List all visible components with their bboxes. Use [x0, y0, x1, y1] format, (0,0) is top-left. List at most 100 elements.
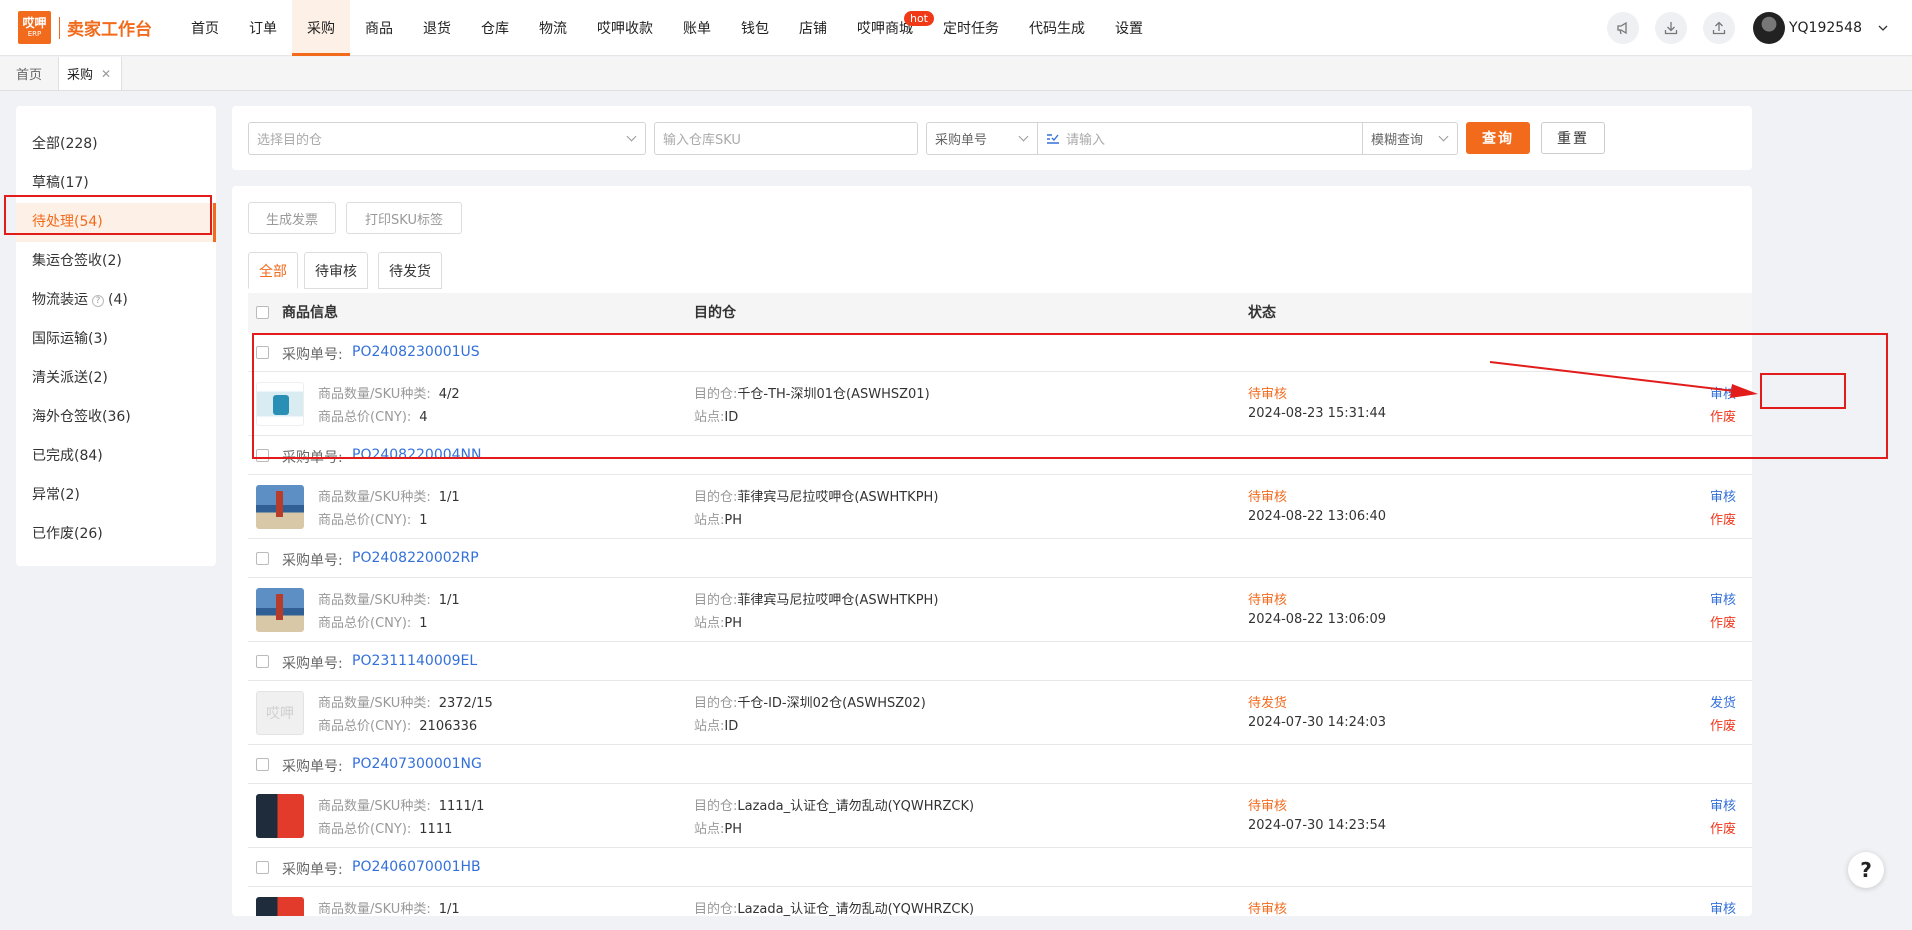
- review-button[interactable]: 审核: [1710, 589, 1736, 608]
- nav-item-6[interactable]: 物流: [524, 0, 582, 56]
- nav-item-3[interactable]: 商品: [350, 0, 408, 56]
- sidebar-item-7[interactable]: 海外仓签收(36): [16, 398, 216, 437]
- reset-button[interactable]: 重置: [1541, 122, 1605, 154]
- order-checkbox[interactable]: [256, 346, 269, 359]
- order-no-link[interactable]: PO2408220002RP: [352, 550, 479, 566]
- nav-item-label: 店铺: [799, 20, 827, 37]
- destination-warehouse: 目的仓:菲律宾马尼拉哎呷仓(ASWHTKPH): [694, 589, 938, 608]
- product-thumbnail[interactable]: 哎呷: [256, 691, 304, 735]
- product-qty-value: 2372/15: [438, 696, 493, 711]
- page-tab-label: 首页: [16, 68, 43, 83]
- review-button[interactable]: 审核: [1710, 383, 1736, 402]
- order-header-row: 采购单号: PO2406070001HB: [248, 848, 1752, 887]
- nav-item-9[interactable]: 钱包: [726, 0, 784, 56]
- batch-input-icon[interactable]: [1046, 132, 1060, 146]
- void-button[interactable]: 作废: [1710, 715, 1736, 734]
- order-no-link[interactable]: PO2408220004NN: [352, 447, 481, 463]
- sidebar-item-3[interactable]: 集运仓签收(2): [16, 242, 216, 281]
- order-checkbox[interactable]: [256, 655, 269, 668]
- product-thumbnail[interactable]: [256, 485, 304, 529]
- site-label: 站点:: [694, 410, 725, 425]
- review-button[interactable]: 审核: [1710, 795, 1736, 814]
- nav-item-5[interactable]: 仓库: [466, 0, 524, 56]
- export-icon[interactable]: [1702, 12, 1735, 44]
- ship-button[interactable]: 发货: [1710, 692, 1736, 711]
- download-icon[interactable]: [1654, 12, 1687, 44]
- order-checkbox[interactable]: [256, 552, 269, 565]
- product-thumbnail[interactable]: [256, 382, 304, 426]
- warehouse-value: 千仓-TH-深圳01仓(ASWHSZ01): [737, 387, 930, 402]
- select-all-checkbox[interactable]: [256, 306, 269, 319]
- tab-pending-review[interactable]: 待审核: [304, 252, 368, 289]
- product-qty-value: 1111/1: [438, 799, 485, 814]
- sidebar-item-4[interactable]: 物流装运? (4): [16, 281, 216, 320]
- nav-item-8[interactable]: 账单: [668, 0, 726, 56]
- nav-item-1[interactable]: 订单: [234, 0, 292, 56]
- product-total-label: 商品总价(CNY):: [318, 822, 412, 837]
- sidebar-item-0[interactable]: 全部(228): [16, 125, 216, 164]
- page-tab-purchase[interactable]: 采购 ✕: [59, 57, 123, 90]
- user-avatar[interactable]: [1752, 12, 1785, 44]
- nav-item-11[interactable]: 哎呷商城 hot: [842, 0, 934, 56]
- sidebar-item-9[interactable]: 异常(2): [16, 476, 216, 515]
- product-total: 商品总价(CNY): 1: [318, 509, 428, 528]
- sidebar-item-5[interactable]: 国际运输(3): [16, 320, 216, 359]
- review-button[interactable]: 审核: [1710, 486, 1736, 505]
- order-no-label: 采购单号:: [282, 656, 343, 672]
- void-button[interactable]: 作废: [1710, 612, 1736, 631]
- void-button[interactable]: 作废: [1710, 406, 1736, 425]
- void-button[interactable]: 作废: [1710, 509, 1736, 528]
- order-no-label: 采购单号:: [282, 450, 343, 466]
- search-input[interactable]: 请输入: [1037, 122, 1364, 155]
- header-product: 商品信息: [282, 305, 338, 321]
- nav-item-10[interactable]: 店铺: [784, 0, 842, 56]
- app-title: 卖家工作台: [67, 20, 152, 40]
- order-no-link[interactable]: PO2407300001NG: [352, 756, 482, 772]
- nav-item-0[interactable]: 首页: [176, 0, 234, 56]
- tab-pending-shipment[interactable]: 待发货: [378, 252, 442, 289]
- page-tab-home[interactable]: 首页: [0, 57, 60, 90]
- warehouse-select[interactable]: 选择目的仓: [248, 122, 646, 155]
- generate-invoice-button[interactable]: 生成发票: [248, 202, 336, 234]
- sidebar-item-1[interactable]: 草稿(17): [16, 164, 216, 203]
- void-button[interactable]: 作废: [1710, 818, 1736, 837]
- table-row: 商品数量/SKU种类: 1/1 商品总价(CNY): 1 目的仓:菲律宾马尼拉哎呷仓(A…: [248, 578, 1752, 642]
- product-thumbnail[interactable]: [256, 897, 304, 916]
- sidebar-item-6[interactable]: 清关派送(2): [16, 359, 216, 398]
- nav-item-13[interactable]: 代码生成: [1014, 0, 1100, 56]
- nav-item-2[interactable]: 采购: [292, 0, 350, 56]
- order-checkbox[interactable]: [256, 861, 269, 874]
- nav-item-14[interactable]: 设置: [1100, 0, 1158, 56]
- nav-item-7[interactable]: 哎呷收款: [582, 0, 668, 56]
- username[interactable]: YQ192548: [1789, 20, 1862, 36]
- chevron-down-icon[interactable]: [1878, 25, 1888, 31]
- order-checkbox[interactable]: [256, 758, 269, 771]
- query-button[interactable]: 查询: [1466, 122, 1530, 154]
- tab-all[interactable]: 全部: [248, 252, 298, 289]
- help-button[interactable]: ?: [1848, 852, 1884, 888]
- product-total-value: 4: [419, 410, 428, 425]
- search-type-select[interactable]: 采购单号: [926, 122, 1038, 155]
- print-sku-label-button[interactable]: 打印SKU标签: [346, 202, 462, 234]
- brand-logo[interactable]: 哎呷 ERP 卖家工作台: [18, 11, 158, 44]
- order-no-link[interactable]: PO2408230001US: [352, 344, 480, 360]
- match-mode-select[interactable]: 模糊查询: [1362, 122, 1458, 155]
- sidebar-item-8[interactable]: 已完成(84): [16, 437, 216, 476]
- order-checkbox[interactable]: [256, 449, 269, 462]
- product-thumbnail[interactable]: [256, 794, 304, 838]
- product-thumbnail[interactable]: [256, 588, 304, 632]
- order-no-link[interactable]: PO2311140009EL: [352, 653, 477, 669]
- nav-item-4[interactable]: 退货: [408, 0, 466, 56]
- sidebar-item-10[interactable]: 已作废(26): [16, 515, 216, 554]
- help-icon[interactable]: ?: [92, 295, 104, 307]
- close-icon[interactable]: ✕: [101, 67, 111, 81]
- site-label: 站点:: [694, 513, 725, 528]
- sku-input[interactable]: 输入仓库SKU: [654, 122, 918, 155]
- review-button[interactable]: 审核: [1710, 898, 1736, 916]
- order-no-link[interactable]: PO2406070001HB: [352, 859, 481, 875]
- announcement-icon[interactable]: [1606, 12, 1639, 44]
- sidebar-item-2[interactable]: 待处理(54): [16, 203, 216, 242]
- table-header: 商品信息 目的仓 状态 操作: [248, 293, 1752, 333]
- nav-item-12[interactable]: 定时任务: [928, 0, 1014, 56]
- product-qty-label: 商品数量/SKU种类:: [318, 902, 431, 916]
